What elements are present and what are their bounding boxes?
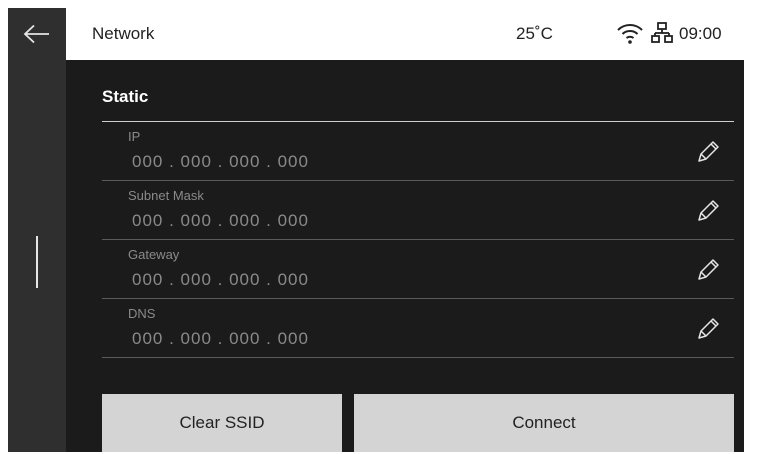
gateway-field[interactable]: Gateway 000 . 000 . 000 . 000 <box>102 240 734 299</box>
scroll-indicator <box>36 236 38 288</box>
field-label: Subnet Mask <box>128 188 204 203</box>
field-label: Gateway <box>128 247 180 262</box>
edit-pencil-icon[interactable] <box>694 315 722 343</box>
edit-pencil-icon[interactable] <box>694 138 722 166</box>
device-screen: Network 25˚C 09:00 Static IP 000 . 000 .… <box>8 8 744 452</box>
dns-field[interactable]: DNS 000 . 000 . 000 . 000 <box>102 299 734 358</box>
left-rail <box>8 8 66 452</box>
clock: 09:00 <box>679 24 722 43</box>
edit-pencil-icon[interactable] <box>694 256 722 284</box>
network-settings-panel: Static IP 000 . 000 . 000 . 000 Subnet M… <box>66 60 744 452</box>
clear-ssid-button[interactable]: Clear SSID <box>102 394 342 452</box>
page-title: Network <box>92 24 155 43</box>
lan-icon <box>651 22 673 43</box>
ip-value: 000 . 000 . 000 . 000 <box>132 152 309 171</box>
field-label: IP <box>128 129 141 144</box>
gateway-value: 000 . 000 . 000 . 000 <box>132 270 309 289</box>
subnet-mask-field[interactable]: Subnet Mask 000 . 000 . 000 . 000 <box>102 181 734 240</box>
connect-button[interactable]: Connect <box>354 394 734 452</box>
status-header: Network 25˚C 09:00 <box>66 8 744 60</box>
edit-pencil-icon[interactable] <box>694 197 722 225</box>
temperature-readout: 25˚C <box>516 24 553 43</box>
wifi-icon <box>617 24 643 44</box>
field-divider <box>102 357 734 358</box>
ip-field[interactable]: IP 000 . 000 . 000 . 000 <box>102 122 734 181</box>
dns-value: 000 . 000 . 000 . 000 <box>132 329 309 348</box>
back-button[interactable] <box>8 8 66 60</box>
section-title: Static <box>102 87 149 106</box>
subnet-mask-value: 000 . 000 . 000 . 000 <box>132 211 309 230</box>
back-arrow-icon <box>23 24 49 44</box>
field-label: DNS <box>128 306 156 321</box>
